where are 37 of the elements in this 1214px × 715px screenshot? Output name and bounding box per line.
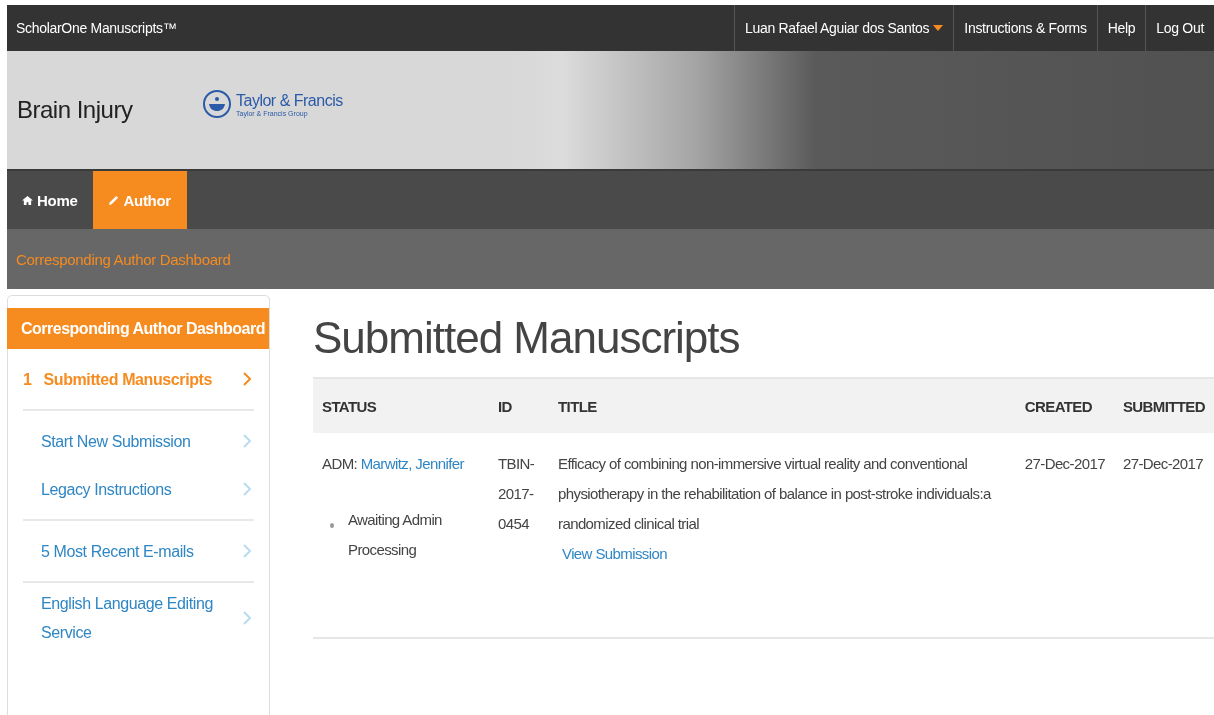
column-header: ID bbox=[489, 378, 549, 433]
sidebar-item[interactable]: Start New Submission bbox=[23, 417, 254, 465]
journal-title: Brain Injury bbox=[16, 96, 134, 124]
column-header: TITLE bbox=[549, 378, 1016, 433]
caret-icon bbox=[933, 25, 944, 31]
chevron-icon bbox=[243, 372, 251, 386]
view-submission-link[interactable]: View Submission bbox=[562, 539, 667, 569]
created-date: 27-Dec-2017 bbox=[1024, 455, 1105, 472]
breadcrumb: Corresponding Author Dashboard bbox=[15, 250, 231, 268]
submitted-date: 27-Dec-2017 bbox=[1122, 455, 1203, 472]
publisher-logo-icon bbox=[202, 89, 232, 119]
nav-tab[interactable]: Author bbox=[93, 171, 187, 229]
manuscript-id: TBIN-2017-0454 bbox=[498, 454, 536, 534]
publisher-name: Taylor & Francis bbox=[236, 91, 343, 110]
chevron-icon bbox=[243, 482, 251, 496]
sidebar-item[interactable]: 1 Submitted Manuscripts bbox=[23, 355, 254, 403]
sidebar-title: Corresponding Author Dashboard bbox=[7, 308, 269, 349]
chevron-icon bbox=[243, 611, 251, 625]
page-title: Submitted Manuscripts bbox=[313, 313, 741, 363]
sidebar-item[interactable]: English Language Editing Service bbox=[23, 589, 254, 647]
admin-line: ADM: Marwitz, Jennifer bbox=[322, 454, 466, 474]
sidebar-item[interactable]: Legacy Instructions bbox=[23, 465, 254, 513]
bullet-icon bbox=[330, 523, 334, 528]
item-count: 1 bbox=[23, 370, 32, 388]
admin-link[interactable]: Marwitz, Jennifer bbox=[360, 455, 464, 472]
manuscript-title: Efficacy of combining non-immersive virtual reality and conventional physiotherapy in the rehabilitation of balance in post-stroke individuals:a randomized clinical trial bbox=[558, 454, 993, 534]
brand-name: ScholarOne Manuscripts™ bbox=[15, 20, 177, 36]
sidebar-item[interactable]: 5 Most Recent E-mails bbox=[23, 527, 254, 575]
chevron-icon bbox=[243, 544, 251, 558]
column-header: CREATED bbox=[1015, 378, 1114, 433]
chevron-icon bbox=[243, 434, 251, 448]
column-header: SUBMITTED bbox=[1113, 378, 1214, 433]
column-header: STATUS bbox=[313, 378, 489, 433]
nav-tab[interactable]: Home bbox=[7, 171, 94, 229]
status-text: Awaiting Admin Processing bbox=[348, 510, 443, 560]
home-icon bbox=[22, 194, 33, 206]
pencil-icon bbox=[108, 194, 120, 206]
